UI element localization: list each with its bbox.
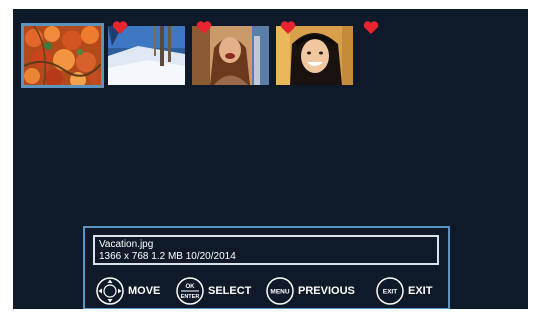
select-control[interactable]: OK ENTER SELECT	[175, 276, 251, 306]
favorite-heart-icon[interactable]	[196, 20, 212, 35]
photo-thumbnail-autumn-leaves[interactable]	[21, 23, 104, 88]
autumn-leaves-image	[24, 26, 101, 85]
control-legend: MOVE OK ENTER SELECT MENU PREVIOUS EXIT …	[95, 276, 445, 306]
favorite-heart-icon[interactable]	[112, 20, 128, 35]
file-info-box: Vacation.jpg 1366 x 768 1.2 MB 10/20/201…	[93, 235, 439, 265]
directional-pad-icon	[96, 277, 124, 305]
file-name: Vacation.jpg	[99, 239, 154, 250]
info-panel: Vacation.jpg 1366 x 768 1.2 MB 10/20/201…	[83, 226, 450, 309]
menu-icon-text: MENU	[270, 289, 289, 296]
move-control[interactable]: MOVE	[95, 276, 160, 306]
favorite-heart-icon[interactable]	[363, 20, 379, 35]
select-label: SELECT	[208, 285, 252, 297]
favorite-heart-icon[interactable]	[280, 20, 296, 35]
exit-icon-text: EXIT	[383, 289, 397, 296]
ok-enter-button-icon: OK ENTER	[176, 277, 204, 305]
previous-control[interactable]: MENU PREVIOUS	[265, 276, 355, 306]
menu-button-icon: MENU	[266, 277, 294, 305]
ok-icon-text: OK	[186, 284, 196, 290]
exit-control[interactable]: EXIT EXIT	[375, 276, 432, 306]
file-details: 1366 x 768 1.2 MB 10/20/2014	[99, 251, 236, 262]
photo-viewer-screen: Vacation.jpg 1366 x 768 1.2 MB 10/20/201…	[13, 9, 528, 309]
exit-button-icon: EXIT	[376, 277, 404, 305]
exit-label: EXIT	[408, 285, 433, 297]
move-label: MOVE	[128, 285, 161, 297]
enter-icon-text: ENTER	[181, 294, 200, 300]
previous-label: PREVIOUS	[298, 285, 355, 297]
